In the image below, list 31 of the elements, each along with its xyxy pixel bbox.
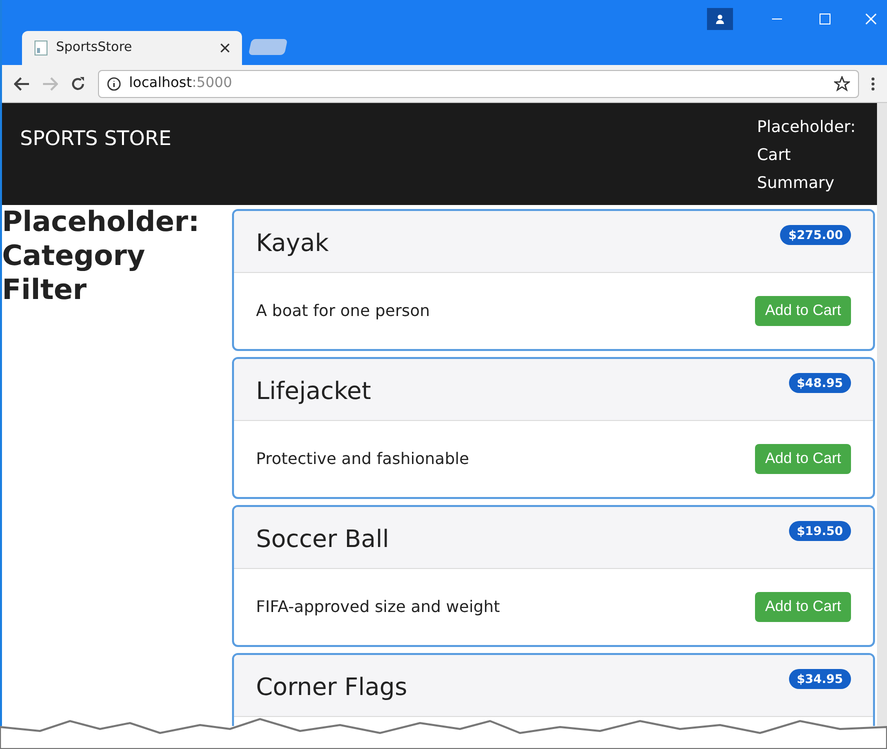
price-badge: $48.95 (788, 373, 851, 393)
product-name: Soccer Ball (256, 524, 390, 555)
product-name: Kayak (256, 228, 329, 259)
info-icon (107, 76, 121, 90)
menu-icon[interactable] (871, 76, 875, 90)
brand-title: SPORTS STORE (20, 125, 172, 152)
add-to-cart-button[interactable]: Add to Cart (755, 592, 851, 622)
profile-button[interactable] (707, 8, 733, 30)
product-description: Protective and fashionable (256, 448, 470, 470)
tab-title: SportsStore (56, 39, 134, 58)
add-to-cart-button[interactable]: Add to Cart (755, 444, 851, 474)
reload-icon[interactable] (70, 76, 86, 92)
maximize-icon[interactable] (819, 13, 831, 25)
browser-tab[interactable]: SportsStore (22, 31, 242, 65)
page-icon (34, 40, 48, 56)
back-arrow-icon[interactable] (14, 76, 30, 90)
person-icon (715, 14, 725, 24)
product-name: Corner Flags (256, 672, 408, 703)
cart-summary-text: Placeholder: Cart Summary (757, 116, 857, 194)
url-text: localhost:5000 (129, 74, 234, 93)
star-icon[interactable] (834, 76, 850, 92)
close-icon[interactable] (220, 43, 230, 53)
add-to-cart-button[interactable]: Add to Cart (755, 296, 851, 326)
price-badge: $275.00 (780, 225, 851, 245)
product-description: A boat for one person (256, 300, 430, 322)
address-bar[interactable]: localhost:5000 (98, 70, 859, 98)
product-description: FIFA-approved size and weight (256, 596, 500, 618)
category-filter-heading: Placeholder: Category Filter (2, 205, 200, 307)
product-name: Lifejacket (256, 376, 372, 407)
price-badge: $34.95 (788, 669, 851, 689)
price-badge: $19.50 (788, 521, 851, 541)
